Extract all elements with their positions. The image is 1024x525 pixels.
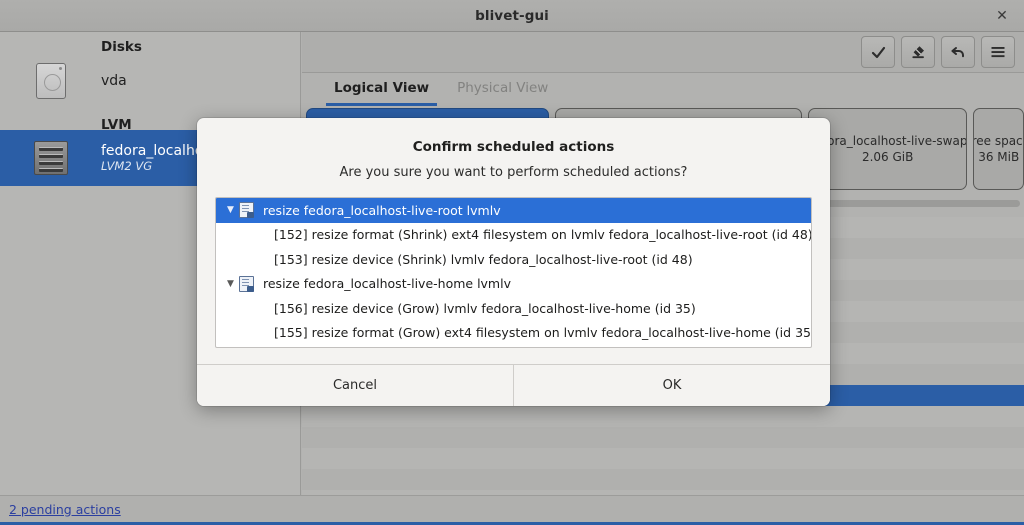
device-file-icon [239,276,254,292]
tree-row-label: resize fedora_localhost-live-home lvmlv [263,276,511,291]
close-icon[interactable]: ✕ [988,0,1016,32]
partition-box[interactable]: free space 36 MiB [973,108,1024,190]
hamburger-menu-icon [990,45,1006,59]
tab-logical-view[interactable]: Logical View [320,73,443,106]
tree-row-child[interactable]: [155] resize format (Grow) ext4 filesyst… [216,321,811,346]
status-bar: 2 pending actions [0,495,1024,525]
undo-button[interactable] [941,36,975,68]
tree-row-label: [155] resize format (Grow) ext4 filesyst… [274,325,812,340]
tree-row-child[interactable]: [152] resize format (Shrink) ext4 filesy… [216,223,811,248]
chevron-down-icon[interactable]: ▼ [222,279,239,289]
scheduled-actions-tree[interactable]: ▼ resize fedora_localhost-live-root lvml… [215,197,812,348]
application-window: blivet-gui ✕ Disks vda LVM fedora_localh… [0,0,1024,525]
device-file-icon [239,202,254,218]
eraser-icon [910,44,926,60]
dialog-title: Confirm scheduled actions [197,139,830,155]
partition-box[interactable]: fedora_localhost-live-swap 2.06 GiB [808,108,967,190]
tree-row-label: resize fedora_localhost-live-root lvmlv [263,203,501,218]
cancel-button[interactable]: Cancel [197,365,513,406]
sidebar-group-title-disks: Disks [0,32,300,56]
tree-row-label: [153] resize device (Shrink) lvmlv fedor… [274,252,693,267]
partition-size: 2.06 GiB [862,149,913,165]
main-toolbar [302,32,1024,73]
table-row[interactable] [302,427,1024,448]
sidebar-item-label: vda [101,73,127,89]
clear-button[interactable] [901,36,935,68]
sidebar-item-vda[interactable]: vda [0,56,300,106]
menu-button[interactable] [981,36,1015,68]
dialog-button-row: Cancel OK [197,364,830,406]
window-title: blivet-gui [475,8,549,24]
table-row[interactable] [302,406,1024,427]
pending-actions-link[interactable]: 2 pending actions [9,502,121,517]
toolbar-button-group [861,36,1015,68]
tree-row-label: [156] resize device (Grow) lvmlv fedora_… [274,301,696,316]
tree-row-parent[interactable]: ▼ resize fedora_localhost-live-root lvml… [216,198,811,223]
ok-button[interactable]: OK [513,365,830,406]
tree-row-child[interactable]: [156] resize device (Grow) lvmlv fedora_… [216,296,811,321]
tree-row-label: [152] resize format (Shrink) ext4 filesy… [274,227,812,242]
volume-group-icon [28,135,74,181]
partition-label: free space [973,133,1024,149]
dialog-subtitle: Are you sure you want to perform schedul… [197,165,830,180]
chevron-down-icon[interactable]: ▼ [222,205,239,215]
partition-label: fedora_localhost-live-swap [808,133,967,149]
view-tabs: Logical View Physical View [302,73,1024,106]
apply-button[interactable] [861,36,895,68]
tree-row-child[interactable]: [153] resize device (Shrink) lvmlv fedor… [216,247,811,272]
tab-physical-view[interactable]: Physical View [443,73,562,106]
confirm-scheduled-actions-dialog: Confirm scheduled actions Are you sure y… [197,118,830,406]
tree-row-parent[interactable]: ▼ resize fedora_localhost-live-home lvml… [216,272,811,297]
table-row[interactable] [302,469,1024,490]
hard-disk-icon [28,58,74,104]
partition-size: 36 MiB [978,149,1019,165]
check-icon [871,45,886,60]
undo-icon [950,44,966,60]
window-titlebar: blivet-gui ✕ [0,0,1024,32]
table-row[interactable] [302,448,1024,469]
